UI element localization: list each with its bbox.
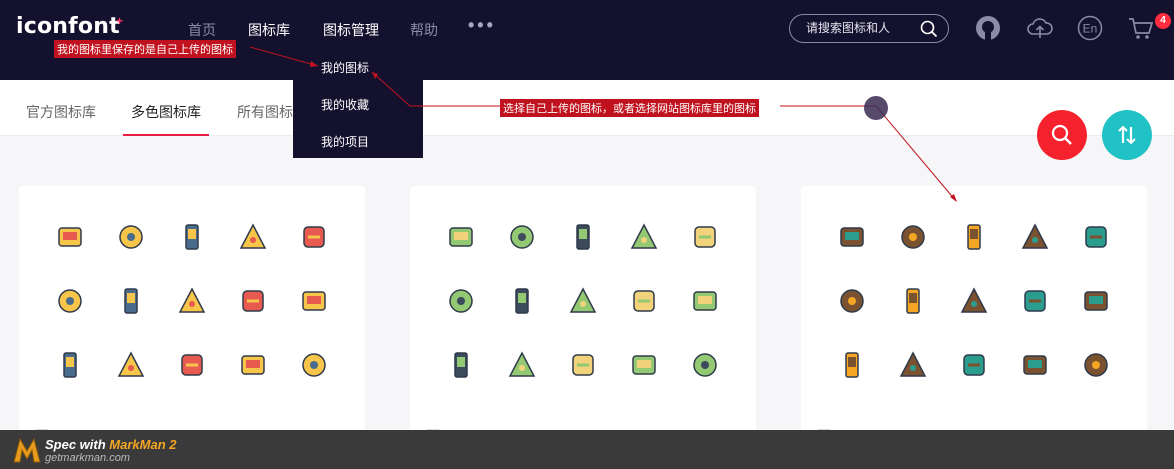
markman-url: getmarkman.com	[45, 452, 130, 464]
annotation-note-select-icons: 选择自己上传的图标，或者选择网站图标库里的图标	[500, 99, 759, 117]
markman-logo-icon	[13, 437, 41, 463]
annotation-arrows	[249, 46, 957, 202]
cursor-marker	[864, 96, 888, 120]
markman-title: Spec with MarkMan 2	[45, 437, 177, 452]
annotation-note-my-icons: 我的图标里保存的是自己上传的图标	[54, 40, 236, 58]
markman-watermark-bar: Spec with MarkMan 2 getmarkman.com	[0, 430, 1174, 469]
